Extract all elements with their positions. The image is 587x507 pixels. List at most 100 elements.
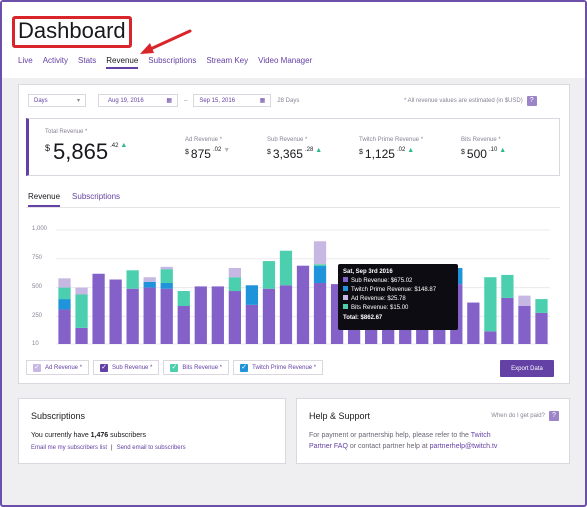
bar-segment-bits-revenue[interactable] [262, 261, 276, 289]
tooltip-row-prime: Twitch Prime Revenue: $148.87 [343, 286, 453, 295]
partner-help-email-link[interactable]: partnerhelp@twitch.tv [430, 443, 498, 450]
bar-segment-sub-revenue[interactable] [109, 279, 122, 344]
nav-subscriptions[interactable]: Subscriptions [148, 56, 196, 69]
bar-segment-twitch-prime-revenue[interactable] [58, 299, 71, 310]
bar-segment-ad-revenue[interactable] [143, 277, 156, 282]
when-paid-link[interactable]: When do I get paid? [491, 413, 545, 419]
nav-revenue[interactable]: Revenue [106, 56, 139, 69]
bar-segment-sub-revenue[interactable] [143, 287, 156, 344]
ad-cents: .02 [212, 147, 222, 153]
bar-segment-twitch-prime-revenue[interactable] [313, 266, 327, 283]
bar-segment-sub-revenue[interactable] [245, 304, 259, 344]
trend-up-icon: ▲ [407, 147, 415, 154]
end-date-input[interactable]: Sep 15, 2016 ▦ [193, 94, 272, 107]
bar-segment-sub-revenue[interactable] [177, 306, 190, 344]
page-title: Dashboard [18, 18, 126, 43]
help-icon[interactable]: ? [549, 411, 559, 421]
bar-segment-ad-revenue[interactable] [58, 278, 71, 288]
legend-sub-revenue[interactable]: ✓ Sub Revenue * [93, 360, 160, 375]
bar-segment-sub-revenue[interactable] [296, 265, 310, 344]
bits-currency: $ [461, 149, 465, 156]
tooltip-ad-label: Ad Revenue: $25.78 [351, 296, 406, 302]
nav-activity[interactable]: Activity [43, 56, 68, 69]
bar-segment-sub-revenue[interactable] [535, 312, 548, 344]
bar-segment-sub-revenue[interactable] [518, 306, 531, 344]
bar-segment-ad-revenue[interactable] [75, 287, 88, 295]
trend-down-icon: ▼ [223, 147, 231, 154]
bar-segment-sub-revenue[interactable] [501, 297, 514, 344]
bar-segment-sub-revenue[interactable] [279, 285, 293, 344]
period-select[interactable]: Days ▾ [28, 94, 86, 107]
twitch-link[interactable]: Twitch [471, 432, 491, 439]
period-value: Days [34, 97, 48, 104]
legend-bits-label: Bits Revenue * [182, 364, 223, 371]
bar-segment-bits-revenue[interactable] [58, 287, 71, 300]
revenue-chart [56, 229, 550, 345]
bar-segment-sub-revenue[interactable] [194, 286, 207, 344]
sub-whole: 3,365 [272, 147, 303, 161]
subscriptions-title: Subscriptions [31, 411, 86, 421]
bar-segment-bits-revenue[interactable] [75, 294, 88, 328]
calendar-icon: ▦ [259, 98, 266, 104]
bar-segment-ad-revenue[interactable] [160, 266, 173, 270]
revenue-summary: Total Revenue * $ 5,865 .42 ▲ Ad Revenue… [26, 118, 560, 176]
bar-segment-twitch-prime-revenue[interactable] [143, 281, 156, 288]
subscriber-text-suffix: subscribers [108, 432, 146, 439]
tab-revenue[interactable]: Revenue [28, 192, 61, 207]
ad-revenue-label: Ad Revenue * [185, 137, 223, 143]
y-tick-750: 750 [32, 255, 43, 261]
bar-segment-ad-revenue[interactable] [228, 268, 241, 278]
tab-subscriptions[interactable]: Subscriptions [72, 192, 120, 207]
legend-ad-revenue[interactable]: ✓ Ad Revenue * [26, 360, 90, 375]
bar-segment-sub-revenue[interactable] [228, 291, 241, 344]
legend-bits-revenue[interactable]: ✓ Bits Revenue * [163, 360, 230, 375]
annotation-arrow-icon [140, 29, 192, 54]
bar-segment-sub-revenue[interactable] [126, 288, 139, 344]
bar-segment-sub-revenue[interactable] [484, 331, 497, 344]
legend-prime-revenue[interactable]: ✓ Twitch Prime Revenue * [233, 360, 324, 375]
sub-revenue-label: Sub Revenue * [267, 137, 308, 143]
start-date-input[interactable]: Aug 19, 2016 ▦ [98, 94, 178, 107]
bar-segment-sub-revenue[interactable] [160, 288, 173, 344]
bar-segment-bits-revenue[interactable] [313, 264, 327, 267]
prime-currency: $ [359, 149, 363, 156]
tooltip-row-bits: Bits Revenue: $15.00 [343, 304, 453, 313]
nav-live[interactable]: Live [18, 56, 33, 69]
bar-segment-sub-revenue[interactable] [262, 288, 276, 344]
sub-currency: $ [267, 149, 271, 156]
sub-cents: .28 [304, 147, 314, 153]
bar-segment-bits-revenue[interactable] [484, 277, 497, 332]
bar-segment-sub-revenue[interactable] [467, 302, 480, 344]
tooltip-total: Total: $862.67 [343, 315, 383, 321]
bar-segment-bits-revenue[interactable] [228, 277, 241, 292]
bar-segment-bits-revenue[interactable] [177, 291, 190, 306]
bar-segment-bits-revenue[interactable] [501, 274, 514, 298]
nav-stats[interactable]: Stats [78, 56, 96, 69]
bar-segment-sub-revenue[interactable] [92, 273, 105, 344]
partner-faq-link[interactable]: Partner FAQ [309, 443, 348, 450]
bar-segment-sub-revenue[interactable] [75, 327, 88, 344]
bar-segment-sub-revenue[interactable] [211, 286, 224, 344]
nav-stream-key[interactable]: Stream Key [206, 56, 248, 69]
bar-segment-twitch-prime-revenue[interactable] [245, 285, 259, 305]
export-data-button[interactable]: Export Data [500, 360, 554, 377]
bar-segment-bits-revenue[interactable] [535, 299, 548, 313]
bar-segment-ad-revenue[interactable] [518, 295, 531, 306]
total-revenue: Total Revenue * $ 5,865 .42 ▲ [45, 129, 127, 165]
email-subscribers-list-link[interactable]: Email me my subscribers list [31, 445, 107, 451]
bar-segment-sub-revenue[interactable] [58, 309, 71, 344]
send-email-link[interactable]: Send email to subscribers [117, 445, 186, 451]
bar-segment-bits-revenue[interactable] [279, 250, 293, 286]
subscriber-count: 1,476 [90, 432, 109, 439]
subscriptions-card: Subscriptions You currently have 1,476 s… [18, 398, 286, 464]
bar-segment-sub-revenue[interactable] [313, 282, 327, 344]
bar-segment-twitch-prime-revenue[interactable] [160, 282, 173, 289]
chart-legend: ✓ Ad Revenue * ✓ Sub Revenue * ✓ Bits Re… [26, 360, 324, 375]
bar-segment-bits-revenue[interactable] [126, 270, 139, 289]
bits-revenue: Bits Revenue * $ 500 .10 ▲ [461, 137, 506, 161]
nav-video-manager[interactable]: Video Manager [258, 56, 312, 69]
subscriber-links: Email me my subscribers list | Send emai… [31, 445, 186, 451]
bar-segment-bits-revenue[interactable] [160, 269, 173, 283]
bar-segment-ad-revenue[interactable] [313, 241, 327, 265]
help-icon[interactable]: ? [526, 96, 537, 106]
